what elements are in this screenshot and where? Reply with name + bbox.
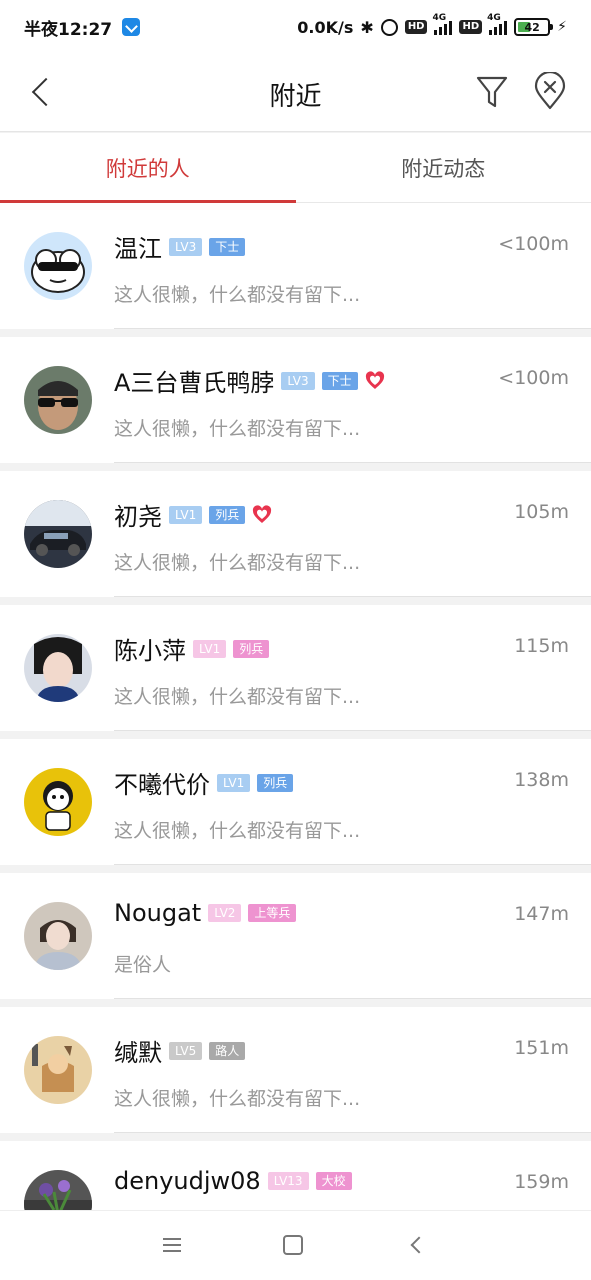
distance-label: 105m <box>514 501 569 523</box>
battery-icon: 42 <box>514 18 554 36</box>
location-off-icon <box>534 70 566 110</box>
bluetooth-icon: ✱ <box>360 17 374 37</box>
network-type-label-2: 4G <box>487 13 501 23</box>
home-icon[interactable] <box>283 1235 303 1255</box>
hd-icon-2: HD <box>459 20 483 34</box>
user-signature: 这人很懒，什么都没有留下... <box>114 686 361 708</box>
clear-location-button[interactable] <box>530 70 570 112</box>
tab-nearby-people[interactable]: 附近的人 <box>0 133 296 203</box>
nearby-user-item[interactable]: 不曦代价 LV1 列兵 138m 这人很懒，什么都没有留下... <box>0 739 591 865</box>
app-header: 附近 <box>0 54 591 132</box>
heart-icon <box>365 370 385 391</box>
user-name: A三台曹氏鸭脖 <box>114 369 275 397</box>
back-icon[interactable] <box>404 1233 428 1257</box>
distance-label: 151m <box>514 1037 569 1059</box>
hd-icon: HD <box>404 20 428 34</box>
status-time: 半夜12:27 <box>24 19 113 40</box>
distance-label: 115m <box>514 635 569 657</box>
alarm-icon <box>380 18 398 36</box>
avatar[interactable] <box>24 768 92 836</box>
avatar[interactable] <box>24 634 92 702</box>
level-badge: LV3 <box>281 371 315 390</box>
name-row: denyudjw08 LV13 大校 <box>114 1167 352 1195</box>
level-badge: LV2 <box>208 904 242 922</box>
distance-label: <100m <box>498 367 569 389</box>
level-badge: LV1 <box>169 505 203 524</box>
user-name: 初尧 <box>114 503 162 531</box>
avatar[interactable] <box>24 1036 92 1104</box>
user-signature: 这人很懒，什么都没有留下... <box>114 820 361 842</box>
distance-label: 138m <box>514 769 569 791</box>
name-row: Nougat LV2 上等兵 <box>114 899 297 927</box>
nearby-user-item[interactable]: 初尧 LV1 列兵 105m 这人很懒，什么都没有留下... <box>0 471 591 597</box>
rank-badge: 下士 <box>321 371 358 390</box>
rank-badge: 路人 <box>209 1041 246 1060</box>
user-signature: 这人很懒，什么都没有留下... <box>114 552 361 574</box>
rank-badge: 列兵 <box>209 505 246 524</box>
battery-level: 42 <box>524 20 540 34</box>
rank-badge: 大校 <box>315 1172 352 1190</box>
name-row: A三台曹氏鸭脖 LV3 下士 <box>114 363 385 398</box>
rank-badge: 上等兵 <box>248 904 297 922</box>
nearby-user-item[interactable]: 陈小萍 LV1 列兵 115m 这人很懒，什么都没有留下... <box>0 605 591 731</box>
user-signature: 这人很懒，什么都没有留下... <box>114 1088 361 1110</box>
signal-icon-2: 4G <box>487 13 508 35</box>
name-row: 缄默 LV5 路人 <box>114 1033 246 1068</box>
divider <box>114 730 591 731</box>
divider <box>114 596 591 597</box>
user-name: 缄默 <box>114 1039 162 1067</box>
rank-badge: 列兵 <box>257 773 294 792</box>
level-badge: LV1 <box>217 773 251 792</box>
avatar[interactable] <box>24 902 92 970</box>
net-speed: 0.0K/s <box>297 17 354 37</box>
screen: 半夜12:27 0.0K/s ✱ HD 4G HD 4G 42 ⚡ 附近 附近的… <box>0 0 591 1280</box>
name-row: 不曦代价 LV1 列兵 <box>114 765 294 800</box>
rank-badge: 下士 <box>209 237 246 256</box>
avatar[interactable] <box>24 366 92 434</box>
tab-nearby-posts[interactable]: 附近动态 <box>296 133 591 202</box>
status-bar: 半夜12:27 0.0K/s ✱ HD 4G HD 4G 42 ⚡ <box>0 0 591 54</box>
user-signature: 这人很懒，什么都没有留下... <box>114 284 361 306</box>
network-type-label: 4G <box>432 13 447 23</box>
user-name: 温江 <box>114 235 162 263</box>
divider <box>114 462 591 463</box>
distance-label: 159m <box>514 1171 569 1193</box>
nearby-user-item[interactable]: 温江 LV3 下士 <100m 这人很懒，什么都没有留下... <box>0 203 591 329</box>
menu-icon[interactable] <box>160 1233 184 1257</box>
tab-bar: 附近的人 附近动态 <box>0 133 591 203</box>
name-row: 初尧 LV1 列兵 <box>114 497 272 532</box>
divider <box>114 864 591 865</box>
filter-icon <box>476 76 508 108</box>
avatar[interactable] <box>24 232 92 300</box>
system-nav-bar <box>0 1210 591 1280</box>
level-badge: LV1 <box>193 639 227 658</box>
level-badge: LV5 <box>169 1041 203 1060</box>
avatar[interactable] <box>24 500 92 568</box>
nearby-user-item[interactable]: 缄默 LV5 路人 151m 这人很懒，什么都没有留下... <box>0 1007 591 1133</box>
name-row: 陈小萍 LV1 列兵 <box>114 631 270 666</box>
signal-icon: 4G <box>432 13 453 35</box>
name-row: 温江 LV3 下士 <box>114 229 246 264</box>
user-signature: 是俗人 <box>114 954 172 976</box>
heart-icon <box>252 504 272 525</box>
nearby-user-item[interactable]: Nougat LV2 上等兵 147m 是俗人 <box>0 873 591 999</box>
level-badge: LV13 <box>267 1172 309 1190</box>
divider <box>114 998 591 999</box>
level-badge: LV3 <box>169 237 203 256</box>
filter-button[interactable] <box>472 72 512 112</box>
charging-icon: ⚡ <box>557 19 567 35</box>
distance-label: <100m <box>498 233 569 255</box>
app-notification-icon <box>122 18 141 36</box>
divider <box>114 328 591 329</box>
rank-badge: 列兵 <box>233 639 270 658</box>
nearby-user-list: 温江 LV3 下士 <100m 这人很懒，什么都没有留下... A三台曹氏鸭脖 LV3 下士 <… <box>0 203 591 1275</box>
distance-label: 147m <box>514 903 569 925</box>
user-name: 不曦代价 <box>114 771 210 799</box>
user-name: 陈小萍 <box>114 637 186 665</box>
user-signature: 这人很懒，什么都没有留下... <box>114 418 361 440</box>
nearby-user-item[interactable]: A三台曹氏鸭脖 LV3 下士 <100m 这人很懒，什么都没有留下... <box>0 337 591 463</box>
divider <box>114 1132 591 1133</box>
user-name: Nougat <box>114 899 202 927</box>
user-name: denyudjw08 <box>114 1167 261 1195</box>
